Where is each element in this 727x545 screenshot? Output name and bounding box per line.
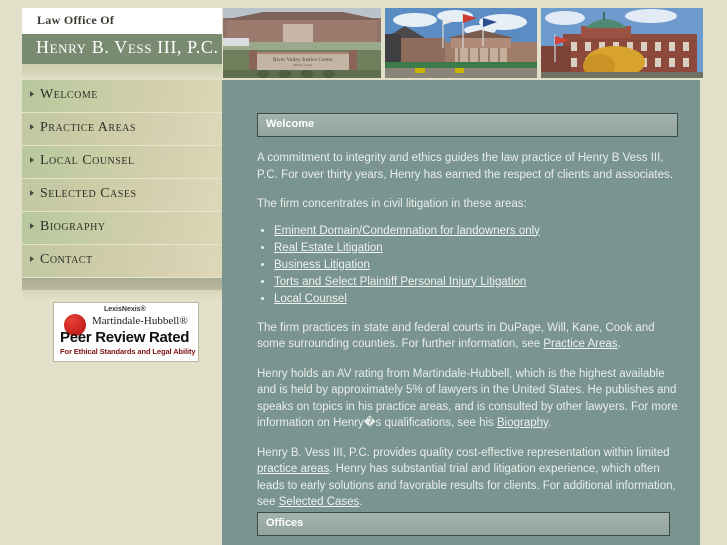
sidebar-item-local-counsel[interactable]: Local Counsel (22, 146, 222, 179)
banner-photo-justice-center: River Valley Justice Center DuPage Count… (223, 8, 381, 78)
martindale-hubbell-badge[interactable]: LexisNexis® Martindale-Hubbell® Peer Rev… (53, 302, 199, 362)
sidebar-item-label: Practice Areas (40, 120, 136, 135)
logo-top-white: Law Office Of (22, 8, 222, 34)
sidebar-item-label: Contact (40, 252, 93, 267)
link-business-litigation[interactable]: Business Litigation (274, 259, 370, 271)
practice-areas-list: Eminent Domain/Condemnation for landowne… (274, 223, 678, 307)
rep-text-before: Henry B. Vess III, P.C. provides quality… (257, 446, 670, 459)
firm-name: Henry B. Vess III, P.C. (36, 37, 219, 57)
av-text-after: . (547, 417, 552, 429)
sidebar-footer-band-light (22, 290, 222, 300)
courts-text-after: . (617, 338, 621, 350)
chevron-right-icon (30, 157, 34, 163)
representation-paragraph: Henry B. Vess III, P.C. provides quality… (257, 445, 678, 511)
logo-green-band: Henry B. Vess III, P.C. (22, 34, 222, 64)
firm-logo-block[interactable]: Law Office Of Henry B. Vess III, P.C. (22, 8, 222, 78)
link-biography[interactable]: Biography (497, 417, 548, 429)
offices-heading: Offices (266, 517, 304, 529)
welcome-heading: Welcome (266, 118, 315, 130)
link-selected-cases[interactable]: Selected Cases (279, 496, 360, 508)
sidebar-item-label: Local Counsel (40, 153, 135, 168)
av-rating-paragraph: Henry holds an AV rating from Martindale… (257, 366, 678, 432)
chevron-right-icon (30, 223, 34, 229)
link-eminent-domain[interactable]: Eminent Domain/Condemnation for landowne… (274, 225, 540, 237)
badge-rating-label: Peer Review Rated (60, 329, 190, 346)
link-practice-areas[interactable]: Practice Areas (543, 338, 617, 350)
badge-lexisnexis-label: LexisNexis® (104, 306, 146, 313)
sidebar-footer-band (22, 278, 222, 290)
intro-paragraph: A commitment to integrity and ethics gui… (257, 152, 673, 181)
chevron-right-icon (30, 190, 34, 196)
page-root: Law Office Of Henry B. Vess III, P.C. Ri… (0, 0, 727, 545)
badge-martindale-label: Martindale-Hubbell® (92, 315, 188, 327)
practice-intro-paragraph: The firm concentrates in civil litigatio… (257, 198, 527, 210)
list-item: Business Litigation (274, 257, 678, 273)
av-text-before: Henry holds an AV rating from Martindale… (257, 367, 678, 430)
chevron-right-icon (30, 256, 34, 262)
sidebar-navigation: Welcome Practice Areas Local Counsel Sel… (22, 80, 222, 545)
logo-pre-text: Law Office Of (37, 13, 115, 27)
sidebar-item-contact[interactable]: Contact (22, 245, 222, 278)
banner-photo-historic-building (541, 8, 703, 78)
rep-text-after: . (359, 496, 363, 508)
logo-under-strip (22, 64, 222, 78)
sidebar-item-welcome[interactable]: Welcome (22, 80, 222, 113)
chevron-right-icon (30, 124, 34, 130)
banner-photo-courthouse (385, 8, 537, 78)
link-practice-areas-inline[interactable]: practice areas (257, 463, 329, 475)
badge-subtitle-label: For Ethical Standards and Legal Ability (60, 347, 196, 356)
link-torts-personal-injury[interactable]: Torts and Select Plaintiff Personal Inju… (274, 276, 526, 288)
sidebar-item-practice-areas[interactable]: Practice Areas (22, 113, 222, 146)
list-item: Torts and Select Plaintiff Personal Inju… (274, 274, 678, 290)
chevron-right-icon (30, 91, 34, 97)
offices-section-header: Offices (257, 512, 670, 536)
sidebar-item-label: Welcome (40, 87, 98, 102)
sidebar-item-label: Biography (40, 219, 106, 234)
link-real-estate-litigation[interactable]: Real Estate Litigation (274, 242, 383, 254)
sidebar-item-label: Selected Cases (40, 186, 137, 201)
list-item: Real Estate Litigation (274, 240, 678, 256)
welcome-section-header: Welcome (257, 113, 678, 137)
site-header: Law Office Of Henry B. Vess III, P.C. Ri… (0, 0, 727, 86)
sidebar-item-biography[interactable]: Biography (22, 212, 222, 245)
list-item: Eminent Domain/Condemnation for landowne… (274, 223, 678, 239)
courts-paragraph: The firm practices in state and federal … (257, 320, 678, 353)
link-local-counsel[interactable]: Local Counsel (274, 293, 347, 305)
list-item: Local Counsel (274, 291, 678, 307)
svg-text:DuPage County: DuPage County (293, 63, 313, 67)
sidebar-item-selected-cases[interactable]: Selected Cases (22, 179, 222, 212)
main-content: Welcome A commitment to integrity and et… (222, 80, 700, 545)
